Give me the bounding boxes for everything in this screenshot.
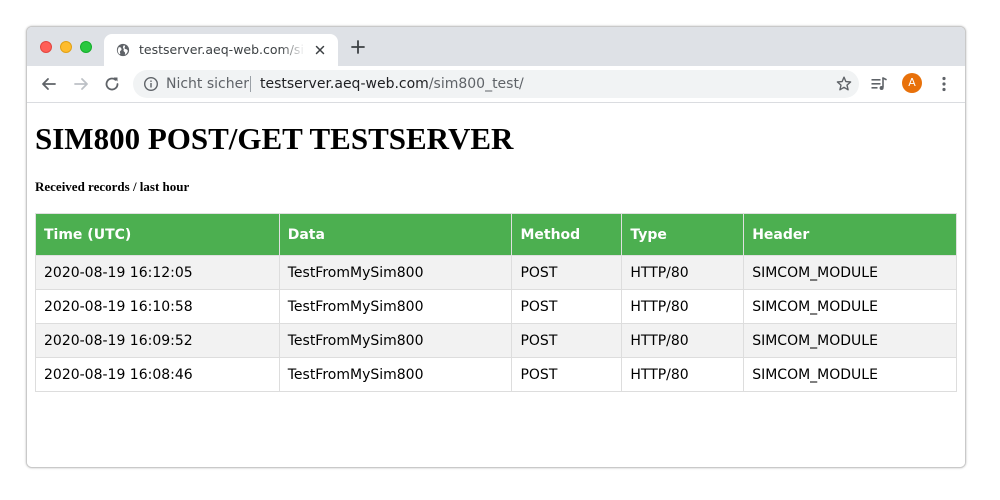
table-row: 2020-08-19 16:12:05 TestFromMySim800 POS… xyxy=(35,255,957,290)
column-header-method: Method xyxy=(511,213,623,256)
cell-data: TestFromMySim800 xyxy=(278,289,513,324)
cell-data: TestFromMySim800 xyxy=(278,255,513,290)
browser-window: testserver.aeq-web.com/sim800_test/ xyxy=(26,26,966,468)
table-row: 2020-08-19 16:10:58 TestFromMySim800 POS… xyxy=(35,289,957,324)
table-row: 2020-08-19 16:08:46 TestFromMySim800 POS… xyxy=(35,357,957,392)
close-icon[interactable] xyxy=(312,42,328,58)
cell-method: POST xyxy=(511,323,623,358)
cell-header: SIMCOM_MODULE xyxy=(743,255,957,290)
url-host: testserver.aeq-web.com xyxy=(260,76,429,92)
tab-title: testserver.aeq-web.com/sim800_test/ xyxy=(139,42,305,57)
cell-time: 2020-08-19 16:12:05 xyxy=(35,255,280,290)
cell-method: POST xyxy=(511,289,623,324)
url-path: /sim800_test/ xyxy=(428,76,524,92)
cell-time: 2020-08-19 16:09:52 xyxy=(35,323,280,358)
column-header-header: Header xyxy=(743,213,957,256)
media-control-icon[interactable] xyxy=(870,75,888,93)
table-header-row: Time (UTC) Data Method Type Header xyxy=(35,213,957,256)
url-text[interactable]: testserver.aeq-web.com/sim800_test/ xyxy=(260,76,524,92)
bookmark-star-icon[interactable] xyxy=(835,75,853,93)
cell-type: HTTP/80 xyxy=(621,357,745,392)
cell-type: HTTP/80 xyxy=(621,323,745,358)
cell-header: SIMCOM_MODULE xyxy=(743,357,957,392)
page-title: SIM800 POST/GET TESTSERVER xyxy=(35,121,514,156)
cell-data: TestFromMySim800 xyxy=(278,323,513,358)
more-vertical-icon[interactable] xyxy=(935,75,953,93)
cell-data: TestFromMySim800 xyxy=(278,357,513,392)
close-window-button[interactable] xyxy=(40,41,52,53)
cell-time: 2020-08-19 16:08:46 xyxy=(35,357,280,392)
cell-type: HTTP/80 xyxy=(621,255,745,290)
cell-type: HTTP/80 xyxy=(621,289,745,324)
cell-time: 2020-08-19 16:10:58 xyxy=(35,289,280,324)
browser-toolbar: Nicht sicher testserver.aeq-web.com/sim8… xyxy=(27,66,965,103)
records-table: Time (UTC) Data Method Type Header 2020-… xyxy=(35,213,957,392)
cell-header: SIMCOM_MODULE xyxy=(743,289,957,324)
maximize-window-button[interactable] xyxy=(80,41,92,53)
browser-tab[interactable]: testserver.aeq-web.com/sim800_test/ xyxy=(104,34,338,66)
forward-arrow-icon[interactable] xyxy=(71,74,91,94)
column-header-data: Data xyxy=(278,213,513,256)
omnibox-divider xyxy=(250,76,251,92)
page-content: SIM800 POST/GET TESTSERVER Received reco… xyxy=(27,103,965,467)
table-row: 2020-08-19 16:09:52 TestFromMySim800 POS… xyxy=(35,323,957,358)
back-arrow-icon[interactable] xyxy=(39,74,59,94)
minimize-window-button[interactable] xyxy=(60,41,72,53)
info-icon[interactable] xyxy=(143,76,159,92)
cell-method: POST xyxy=(511,357,623,392)
cell-header: SIMCOM_MODULE xyxy=(743,323,957,358)
globe-icon xyxy=(116,43,130,57)
address-bar[interactable]: Nicht sicher testserver.aeq-web.com/sim8… xyxy=(133,70,859,98)
cell-method: POST xyxy=(511,255,623,290)
tab-strip: testserver.aeq-web.com/sim800_test/ xyxy=(27,27,965,66)
column-header-type: Type xyxy=(621,213,745,256)
new-tab-icon[interactable] xyxy=(349,38,367,56)
page-subtitle: Received records / last hour xyxy=(35,179,190,194)
reload-icon[interactable] xyxy=(102,74,122,94)
column-header-time: Time (UTC) xyxy=(35,213,280,256)
avatar[interactable]: A xyxy=(902,73,922,93)
security-label[interactable]: Nicht sicher xyxy=(166,76,249,92)
